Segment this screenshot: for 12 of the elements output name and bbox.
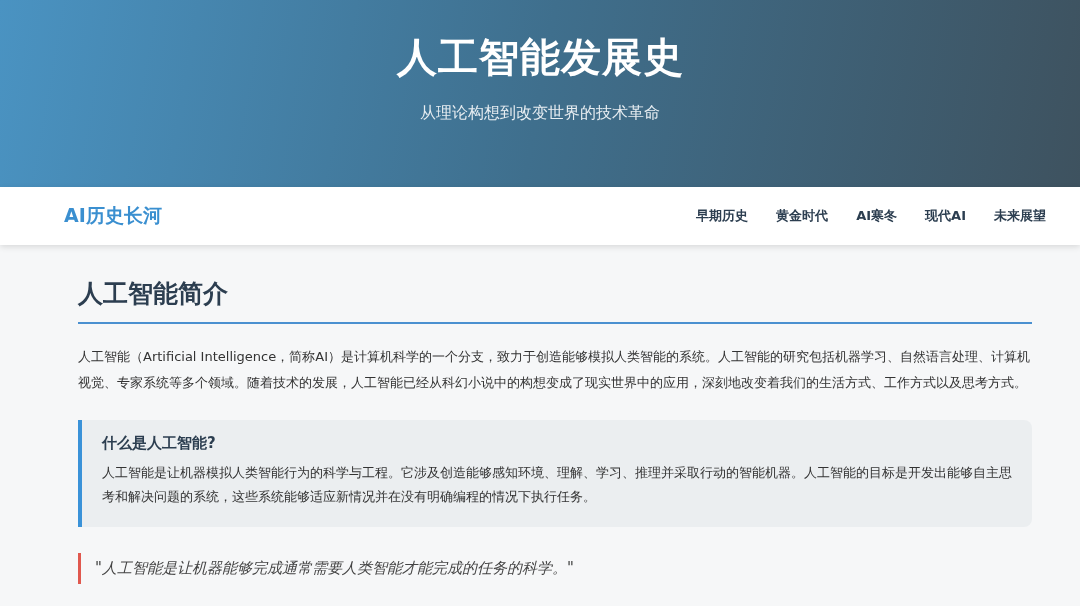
info-box-text: 人工智能是让机器模拟人类智能行为的科学与工程。它涉及创造能够感知环境、理解、学习、推理并采取行动的智能机器。人工智能的目标是开发出能够自主思考和解决问题的系统，这些系统能够适应新情况并在没有明确编程的情况下执行任务。 — [102, 464, 1012, 506]
nav-link[interactable]: 未来展望 — [994, 207, 1046, 225]
intro-paragraph: 人工智能（Artificial Intelligence，简称AI）是计算机科学的一个分支，致力于创造能够模拟人类智能的系统。人工智能的研究包括机器学习、自然语言处理、计算机视觉、专家系统等多个领域。随着技术的发展，人工智能已经从科幻小说中的构想变成了现实世界中的应用，深刻地改变着我们的生活方式、工作方式以及思考方式。 — [78, 348, 1031, 392]
page-title: 人工智能发展史 — [396, 33, 684, 82]
page-subtitle: 从理论构想到改变世界的技术革命 — [420, 103, 660, 124]
nav-link[interactable]: 黄金时代 — [776, 207, 829, 225]
nav-link[interactable]: 现代AI — [925, 207, 966, 225]
section-heading: 人工智能简介 — [78, 277, 1032, 324]
quote: "人工智能是让机器能够完成通常需要人类智能才能完成的任务的科学。" — [78, 553, 1032, 584]
nav-link[interactable]: AI寒冬 — [856, 207, 898, 225]
info-box-title: 什么是人工智能? — [102, 434, 217, 453]
nav-link[interactable]: 早期历史 — [696, 207, 749, 225]
